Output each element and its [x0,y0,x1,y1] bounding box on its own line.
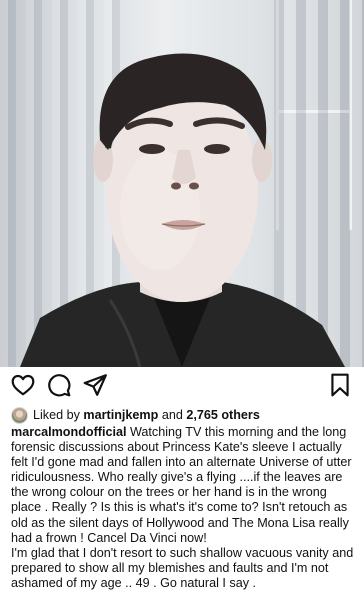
likes-others-link[interactable]: 2,765 others [186,408,260,422]
caption-username-link[interactable]: marcalmondofficial [11,425,126,439]
likes-summary: Liked by martinjkemp and 2,765 others [11,404,356,426]
heart-outline-icon[interactable] [10,372,36,398]
selfie-figure [20,53,345,367]
likes-prefix: Liked by [33,408,80,422]
post-action-bar [0,372,364,400]
post-caption: marcalmondofficial Watching TV this morn… [11,425,355,591]
comment-bubble-icon[interactable] [46,372,72,398]
instagram-post: Liked by martinjkemp and 2,765 others ma… [0,0,364,600]
likes-connector: and [161,408,183,422]
post-photo[interactable] [0,0,364,367]
liker-username-link[interactable]: martinjkemp [83,408,158,422]
bookmark-icon[interactable] [327,372,353,398]
caption-paragraph-1: marcalmondofficial Watching TV this morn… [11,425,355,546]
liker-avatar[interactable] [11,406,28,424]
caption-text-1: Watching TV this morning and the long fo… [11,425,352,545]
caption-paragraph-2: I'm glad that I don't resort to such sha… [11,545,354,590]
paper-plane-icon[interactable] [82,372,108,398]
